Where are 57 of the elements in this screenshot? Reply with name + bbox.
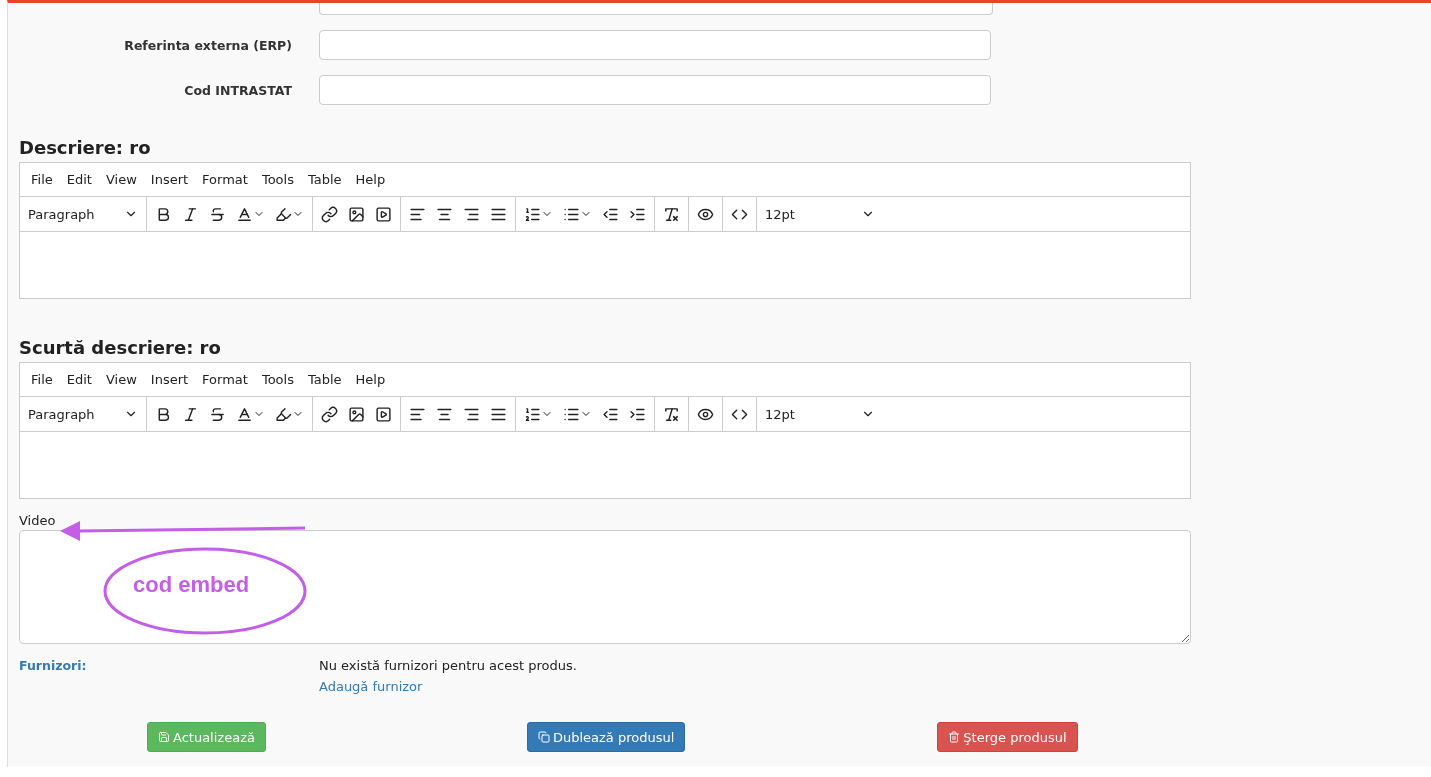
- menu-item[interactable]: Table: [300, 372, 349, 387]
- block-format-dropdown[interactable]: Paragraph: [24, 406, 142, 422]
- rich-text-editor[interactable]: File Edit View Insert Format Tools Table Help Paragraph 12pt: [19, 362, 1191, 499]
- menu-item[interactable]: File: [24, 172, 60, 187]
- menu-item[interactable]: Help: [348, 172, 393, 187]
- add-supplier-link[interactable]: Adaugă furnizor: [319, 679, 423, 694]
- highlighter-icon: [275, 205, 292, 223]
- link-icon: [321, 205, 338, 223]
- menu-item[interactable]: Format: [195, 172, 255, 187]
- input-field[interactable]: [319, 3, 993, 15]
- suppliers-label: Furnizori:: [19, 658, 88, 675]
- annotation-text: cod embed: [133, 572, 250, 597]
- numbered-list-icon: [524, 405, 541, 423]
- link-icon: [321, 405, 338, 423]
- menu-item[interactable]: Help: [348, 372, 393, 387]
- italic-icon: [182, 405, 199, 423]
- video-icon: [375, 205, 392, 223]
- menu-item[interactable]: View: [98, 372, 144, 387]
- field-label: Referinta externa (ERP): [123, 37, 292, 53]
- copy-icon: [537, 731, 550, 743]
- video-label: Video: [19, 513, 57, 528]
- highlighter-icon: [275, 405, 292, 423]
- menu-item[interactable]: File: [24, 372, 60, 387]
- trash-icon: [948, 731, 961, 743]
- block-format-dropdown[interactable]: Paragraph: [24, 206, 142, 222]
- field-label: Cod INTRASTAT: [183, 82, 292, 98]
- delete-button[interactable]: Şterge produsul: [937, 722, 1078, 752]
- font-size-dropdown[interactable]: 12pt: [761, 406, 879, 422]
- image-icon: [348, 205, 365, 223]
- menu-item[interactable]: View: [98, 172, 144, 187]
- image-icon: [348, 405, 365, 423]
- strikethrough-icon: [209, 205, 226, 223]
- text-color-icon: [236, 405, 253, 423]
- no-suppliers-text: Nu există furnizori pentru acest produs.: [319, 658, 577, 673]
- menu-item[interactable]: Tools: [254, 172, 301, 187]
- italic-icon: [182, 205, 199, 223]
- editor-heading: Descriere: ro: [19, 137, 152, 158]
- strikethrough-icon: [209, 405, 226, 423]
- menu-item[interactable]: Tools: [254, 372, 301, 387]
- menu-item[interactable]: Insert: [143, 372, 196, 387]
- menu-item[interactable]: Table: [300, 172, 349, 187]
- menu-item[interactable]: Edit: [59, 172, 99, 187]
- video-icon: [375, 405, 392, 423]
- input-field[interactable]: [319, 30, 991, 60]
- numbered-list-icon: [524, 205, 541, 223]
- input-field[interactable]: [319, 75, 991, 105]
- clear-format-icon: [663, 205, 680, 223]
- menu-item[interactable]: Insert: [143, 172, 196, 187]
- menu-item[interactable]: Edit: [59, 372, 99, 387]
- clear-format-icon: [663, 405, 680, 423]
- text-color-icon: [236, 205, 253, 223]
- font-size-dropdown[interactable]: 12pt: [761, 206, 879, 222]
- duplicate-button[interactable]: Dublează produsul: [526, 722, 686, 752]
- editor-heading: Scurtă descriere: ro: [19, 337, 222, 358]
- rich-text-editor[interactable]: File Edit View Insert Format Tools Table Help Paragraph 12pt: [19, 162, 1191, 299]
- video-embed-field[interactable]: [19, 530, 1191, 644]
- menu-item[interactable]: Format: [195, 372, 255, 387]
